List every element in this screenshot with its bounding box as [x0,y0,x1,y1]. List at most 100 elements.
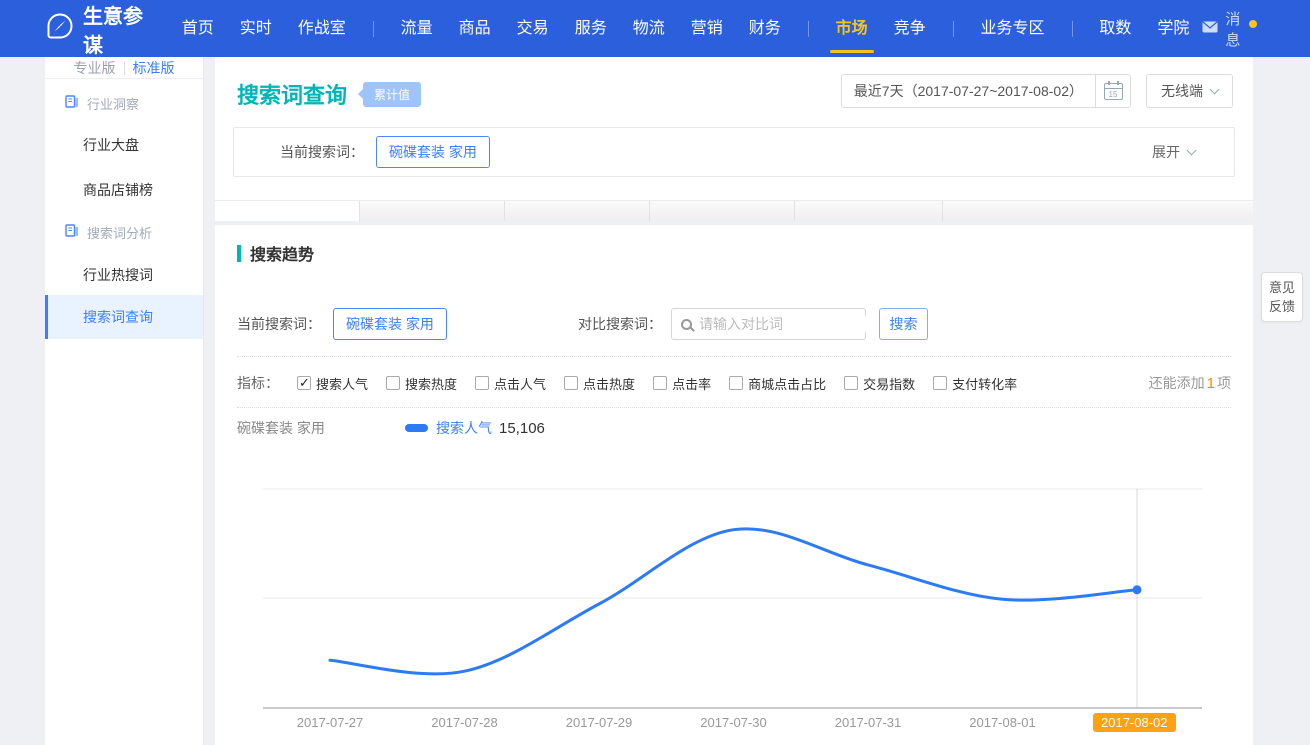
metric-checkbox-mall-click-share[interactable]: 商城点击占比 [729,374,826,393]
messages-button[interactable]: 消息 [1202,8,1248,50]
remaining-addable-hint: 还能添加1项 [1149,373,1231,393]
version-tab-pro[interactable]: 专业版 [66,58,124,78]
feedback-line2: 反馈 [1262,297,1302,316]
legend-term: 碗碟套装 家用 [237,418,405,438]
chevron-down-icon [1210,84,1220,94]
header-card: 搜索词查询 累计值 最近7天（2017-07-27~2017-08-02） 15… [215,57,1253,200]
metric-tab[interactable] [943,201,1253,221]
ledger-icon [65,95,79,111]
search-trend-card: 搜索趋势 当前搜索词： 碗碟套装 家用 对比搜索词： 搜索 指标： 搜索人气 搜… [215,225,1253,745]
x-axis-label: 2017-08-01 [943,715,1063,730]
compare-term-input[interactable] [699,316,880,332]
metric-checkbox-click-rate[interactable]: 点击率 [653,374,711,393]
brand-name: 生意参谋 [83,0,147,58]
metric-checkbox-search-heat[interactable]: 搜索热度 [386,374,457,393]
checkbox-icon [844,376,858,390]
current-term-chip[interactable]: 碗碟套装 家用 [376,136,490,168]
nav-item-home[interactable]: 首页 [169,0,227,57]
nav-group-bizzone: 业务专区 [968,0,1058,57]
metric-checkbox-click-heat[interactable]: 点击热度 [564,374,635,393]
sidebar-item-search-word-query[interactable]: 搜索词查询 [45,295,203,339]
metrics-row: 指标： 搜索人气 搜索热度 点击人气 点击热度 点击率 商城点击占比 交易指数 … [237,368,1231,398]
version-tab-standard[interactable]: 标准版 [125,58,183,78]
checkbox-icon [653,376,667,390]
metric-tab[interactable] [650,201,795,221]
nav-item-service[interactable]: 服务 [562,0,620,57]
x-axis-label: 2017-07-30 [674,715,794,730]
sidebar-item-hot-search-words[interactable]: 行业热搜词 [45,265,203,285]
metrics-label: 指标： [237,373,279,393]
nav-item-market[interactable]: 市场 [823,0,881,57]
sidebar-section-title: 搜索词分析 [87,223,152,242]
notification-dot [1249,20,1257,28]
section-accent-bar [237,245,241,262]
metric-tab[interactable] [360,201,505,221]
brand[interactable]: 生意参谋 [47,0,147,58]
nav-group-market: 市场 竞争 [823,0,939,57]
compass-logo-icon [47,13,73,45]
chart-legend: 碗碟套装 家用 搜索人气 15,106 [237,418,545,438]
sidebar-section-industry-insight: 行业洞察 [45,93,203,113]
nav-item-academy[interactable]: 学院 [1144,0,1202,57]
sidebar-section-search-analysis: 搜索词分析 [45,222,203,242]
nav-item-competition[interactable]: 竞争 [881,0,939,57]
terminal-dropdown[interactable]: 无线端 [1146,74,1233,108]
checkbox-icon [297,376,311,390]
x-axis-label: 2017-07-28 [405,715,525,730]
search-button[interactable]: 搜索 [879,308,928,340]
title-row: 搜索词查询 累计值 [237,78,421,110]
nav-item-realtime[interactable]: 实时 [227,0,285,57]
nav-item-bizzone[interactable]: 业务专区 [968,0,1058,57]
nav-group-tools: 取数 学院 [1086,0,1202,57]
metric-checkbox-search-popularity[interactable]: 搜索人气 [297,374,368,393]
section-title: 搜索趋势 [250,241,314,265]
metric-checkbox-pay-conversion[interactable]: 支付转化率 [933,374,1017,393]
checkbox-icon [475,376,489,390]
current-search-term-panel: 当前搜索词： 碗碟套装 家用 展开 [233,127,1235,177]
nav-divider [1072,21,1073,37]
nav-divider [953,21,954,37]
nav-item-marketing[interactable]: 营销 [678,0,736,57]
chevron-down-icon [1187,145,1197,155]
divider [237,356,1231,357]
sidebar-item-industry-board[interactable]: 行业大盘 [45,135,203,155]
date-range-text: 最近7天（2017-07-27~2017-08-02） [842,81,1095,101]
metric-tab[interactable] [215,201,360,221]
expand-button[interactable]: 展开 [1152,142,1195,162]
compare-input-box [671,308,866,340]
metric-tab[interactable] [505,201,650,221]
x-axis-label-highlighted: 2017-08-02 [1093,713,1176,732]
trend-chart: 2017-07-27 2017-07-28 2017-07-29 2017-07-30… [215,480,1253,745]
section-header: 搜索趋势 [237,241,314,265]
nav-item-finance[interactable]: 财务 [736,0,794,57]
nav-item-warroom[interactable]: 作战室 [285,0,359,57]
legend-line-swatch [405,424,428,432]
nav-item-logistics[interactable]: 物流 [620,0,678,57]
x-axis-label: 2017-07-29 [539,715,659,730]
date-range-picker[interactable]: 最近7天（2017-07-27~2017-08-02） 15 [841,74,1131,108]
trend-chart-svg [215,480,1253,740]
metric-checkbox-trade-index[interactable]: 交易指数 [844,374,915,393]
nav-item-goods[interactable]: 商品 [446,0,504,57]
feedback-button[interactable]: 意见 反馈 [1261,272,1303,322]
sidebar-item-product-shop-rank[interactable]: 商品店铺榜 [45,180,203,200]
x-axis-label: 2017-07-31 [808,715,928,730]
version-switcher: 专业版 标准版 [45,57,203,79]
messages-label: 消息 [1225,8,1248,50]
current-term-chip[interactable]: 碗碟套装 家用 [333,308,447,340]
current-term-label: 当前搜索词： [280,142,364,162]
nav-item-trade[interactable]: 交易 [504,0,562,57]
remaining-count: 1 [1205,375,1217,392]
nav-item-data-fetch[interactable]: 取数 [1086,0,1144,57]
current-term-group: 当前搜索词： 碗碟套装 家用 [237,308,447,340]
sidebar-section-title: 行业洞察 [87,94,139,113]
term-compare-row: 当前搜索词： 碗碟套装 家用 对比搜索词： 搜索 [237,308,1231,342]
metric-tab[interactable] [795,201,943,221]
legend-metric-name: 搜索人气 [436,418,492,438]
metric-checkbox-click-popularity[interactable]: 点击人气 [475,374,546,393]
nav-item-traffic[interactable]: 流量 [388,0,446,57]
top-nav: 生意参谋 首页 实时 作战室 流量 商品 交易 服务 物流 营销 财务 市场 竞… [0,0,1310,57]
x-axis-label: 2017-07-27 [270,715,390,730]
calendar-button[interactable]: 15 [1096,83,1130,100]
search-icon [681,319,692,330]
